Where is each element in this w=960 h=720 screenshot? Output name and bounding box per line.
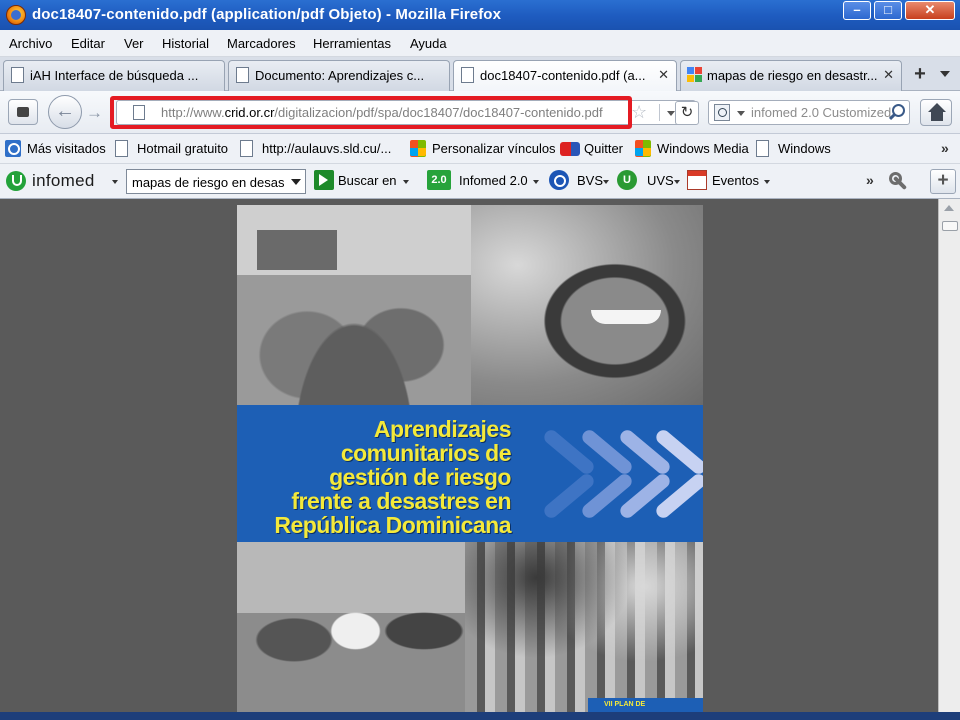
pdf-cover-page: Aprendizajes comunitarios de gestión de … (237, 205, 703, 720)
windows-icon (635, 140, 651, 157)
buscar-icon[interactable] (314, 170, 334, 190)
menu-historial[interactable]: Historial (162, 36, 209, 51)
cover-banner: Aprendizajes comunitarios de gestión de … (237, 405, 703, 542)
tab-label: Documento: Aprendizajes c... (255, 68, 425, 83)
tab-label: iAH Interface de búsqueda ... (30, 68, 199, 83)
chevron-down-icon[interactable] (287, 170, 305, 193)
url-separator (659, 104, 660, 121)
firefox-logo-icon (6, 5, 26, 25)
menu-herramientas[interactable]: Herramientas (313, 36, 391, 51)
url-history-dropdown-icon[interactable] (667, 111, 675, 116)
chevron-right-icon (641, 419, 703, 529)
bookmark-personalizar-vinculos[interactable]: Personalizar vínculos (410, 140, 556, 157)
infomed-brand[interactable]: infomed (32, 171, 95, 191)
bvs-button[interactable]: BVS (577, 173, 603, 188)
taskbar (0, 712, 960, 720)
tab-label: mapas de riesgo en desastr... (707, 68, 878, 83)
title-bar: doc18407-contenido.pdf (application/pdf … (0, 0, 960, 30)
windows-icon (410, 140, 426, 157)
menu-editar[interactable]: Editar (71, 36, 105, 51)
bookmark-mas-visitados[interactable]: Más visitados (5, 140, 106, 157)
tab-label: doc18407-contenido.pdf (a... (480, 68, 646, 83)
infomed-logo-icon (6, 171, 26, 191)
infomed-menu-caret-icon[interactable] (112, 180, 118, 184)
reload-button[interactable]: ↻ (675, 101, 699, 125)
page-icon (756, 140, 769, 157)
forward-button[interactable]: → (86, 103, 103, 123)
bookmarks-bar: Más visitados Hotmail gratuito http://au… (0, 134, 960, 164)
bookmark-windows[interactable]: Windows (756, 140, 831, 157)
most-visited-icon (5, 140, 21, 157)
tab-iah-interface[interactable]: iAH Interface de búsqueda ... (3, 60, 225, 91)
tab-strip: iAH Interface de búsqueda ... Documento:… (0, 57, 960, 92)
group-photo (237, 205, 471, 405)
menu-bar: Archivo Editar Ver Historial Marcadores … (0, 30, 960, 57)
scroll-up-arrow-icon[interactable] (944, 205, 954, 211)
close-tab-icon[interactable]: ✕ (658, 67, 669, 83)
cover-title: Aprendizajes comunitarios de gestión de … (274, 416, 511, 538)
infomed20-caret-icon[interactable] (533, 180, 539, 184)
bvs-icon[interactable] (549, 170, 569, 190)
window-title: doc18407-contenido.pdf (application/pdf … (32, 6, 502, 23)
bvs-caret-icon[interactable] (603, 180, 609, 184)
infomed-toolbar: infomed mapas de riesgo en desas Buscar … (0, 164, 960, 199)
page-icon (115, 140, 128, 157)
page-icon (236, 67, 249, 83)
bookmark-windows-media[interactable]: Windows Media (635, 140, 749, 157)
uvs-icon[interactable]: U (617, 170, 637, 190)
tab-pdf-active[interactable]: doc18407-contenido.pdf (a... ✕ (453, 60, 677, 92)
google-icon (687, 67, 703, 83)
url-highlight-annotation (110, 96, 632, 129)
vertical-scrollbar[interactable] (938, 199, 960, 720)
wrench-icon[interactable] (889, 172, 911, 192)
community-meeting-photo (465, 542, 703, 720)
close-tab-icon[interactable]: ✕ (883, 67, 894, 83)
tab-documento[interactable]: Documento: Aprendizajes c... (228, 60, 450, 91)
back-button[interactable]: ← (48, 95, 82, 129)
calendar-icon[interactable] (687, 170, 707, 190)
bookmark-aulauvs[interactable]: http://aulauvs.sld.cu/... (240, 140, 391, 157)
firefox-menu-button[interactable] (8, 99, 38, 125)
toolbar-overflow-chevron-icon[interactable]: » (866, 172, 874, 188)
close-window-button[interactable]: ✕ (905, 1, 955, 20)
search-engine-icon[interactable] (714, 104, 730, 121)
uvs-button[interactable]: UVS (647, 173, 674, 188)
tab-mapas-riesgo[interactable]: mapas de riesgo en desastr... ✕ (680, 60, 902, 91)
add-toolbar-button[interactable]: + (930, 169, 956, 194)
eventos-button[interactable]: Eventos (712, 173, 759, 188)
scroll-thumb[interactable] (942, 221, 958, 231)
eventos-caret-icon[interactable] (764, 180, 770, 184)
bookmarks-overflow-chevron-icon[interactable]: » (941, 140, 949, 156)
infomed20-icon[interactable]: 2.0 (427, 170, 451, 190)
uvs-caret-icon[interactable] (674, 180, 680, 184)
search-icon[interactable] (887, 103, 905, 121)
maximize-button[interactable]: □ (874, 1, 902, 20)
menu-archivo[interactable]: Archivo (9, 36, 52, 51)
search-input[interactable]: infomed 2.0 Customized (751, 105, 891, 120)
community-workers-photo (237, 542, 465, 720)
smiling-boy-photo (471, 205, 703, 405)
bookmark-quitter[interactable]: Quitter (560, 141, 623, 156)
infomed-search-select[interactable]: mapas de riesgo en desas (126, 169, 306, 194)
search-engine-dropdown-icon[interactable] (737, 111, 745, 116)
infomed-search-value[interactable]: mapas de riesgo en desas (132, 175, 284, 190)
page-icon (11, 67, 24, 83)
menu-marcadores[interactable]: Marcadores (227, 36, 296, 51)
minimize-button[interactable]: – (843, 1, 871, 20)
search-bar[interactable]: infomed 2.0 Customized (708, 100, 910, 125)
home-button[interactable] (920, 99, 952, 126)
page-icon (461, 67, 474, 83)
page-icon (240, 140, 253, 157)
new-tab-button[interactable]: + (905, 60, 935, 90)
menu-ayuda[interactable]: Ayuda (410, 36, 447, 51)
infomed20-button[interactable]: Infomed 2.0 (459, 173, 528, 188)
tab-list-chevron-icon[interactable] (940, 71, 950, 77)
quitter-icon (560, 142, 580, 156)
buscar-en-button[interactable]: Buscar en (338, 173, 397, 188)
menu-ver[interactable]: Ver (124, 36, 144, 51)
buscar-caret-icon[interactable] (403, 180, 409, 184)
bookmark-star-icon[interactable]: ☆ (631, 102, 647, 123)
bookmark-hotmail[interactable]: Hotmail gratuito (115, 140, 228, 157)
